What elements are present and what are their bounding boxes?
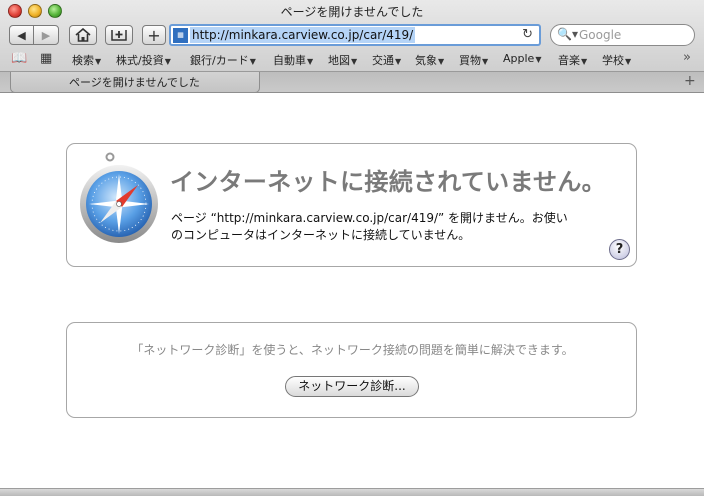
home-icon (75, 28, 91, 42)
add-bookmark-icon (111, 30, 127, 41)
bookmark-folder[interactable]: Apple▼ (503, 52, 541, 65)
bookmark-folder[interactable]: 地図▼ (328, 52, 357, 68)
diagnostics-panel: 「ネットワーク診断」を使うと、ネットワーク接続の問題を簡単に解決できます。 ネッ… (66, 322, 637, 418)
bookmark-folder[interactable]: 音楽▼ (558, 52, 587, 68)
page-content: インターネットに接続されていません。 ページ “http://minkara.c… (0, 93, 704, 488)
home-button[interactable] (69, 25, 97, 45)
back-button[interactable]: ◀ (9, 25, 34, 45)
address-text[interactable]: http://minkara.carview.co.jp/car/419/ (190, 27, 416, 43)
tab-label: ページを開けませんでした (69, 76, 200, 89)
diagnostics-hint: 「ネットワーク診断」を使うと、ネットワーク接続の問題を簡単に解決できます。 (131, 343, 574, 357)
book-icon[interactable]: 📖 (11, 51, 27, 66)
bookmark-folder[interactable]: 株式/投資▼ (116, 52, 171, 68)
bookmark-folder[interactable]: 銀行/カード▼ (190, 52, 256, 68)
status-bar (0, 488, 704, 496)
browser-window: ページを開けませんでした ◀ ▶ + ▦ http://minkara.carv… (0, 0, 704, 496)
safari-compass-icon (80, 152, 158, 243)
new-tab-button[interactable]: + (142, 25, 166, 45)
address-field[interactable]: ▦ http://minkara.carview.co.jp/car/419/ … (169, 24, 541, 46)
error-panel: インターネットに接続されていません。 ページ “http://minkara.c… (66, 143, 637, 267)
bookmark-folder[interactable]: 検索▼ (72, 52, 101, 68)
more-bookmarks-icon[interactable]: » (683, 50, 691, 65)
forward-button[interactable]: ▶ (33, 25, 59, 45)
window-title: ページを開けませんでした (280, 5, 424, 19)
error-description: ページ “http://minkara.carview.co.jp/car/41… (171, 210, 611, 244)
bookmark-folder[interactable]: 買物▼ (459, 52, 488, 68)
error-description-line: のコンピュータはインターネットに接続していません。 (171, 228, 471, 242)
search-field[interactable]: 🔍▾ Google (550, 24, 695, 46)
bookmark-folder[interactable]: 交通▼ (372, 52, 401, 68)
bookmark-folder[interactable]: 自動車▼ (273, 52, 313, 68)
search-placeholder: Google (579, 28, 622, 42)
bookmark-folder[interactable]: 気象▼ (415, 52, 444, 68)
search-icon[interactable]: 🔍▾ (557, 27, 578, 41)
site-favicon: ▦ (173, 28, 188, 43)
bookmarks-bar: 📖 ▦ 検索▼ 株式/投資▼ 銀行/カード▼ 自動車▼ 地図▼ 交通▼ 気象▼ … (0, 49, 704, 69)
help-button[interactable]: ? (609, 239, 630, 260)
reload-icon[interactable]: ↻ (522, 26, 533, 44)
error-headline: インターネットに接続されていません。 (170, 168, 606, 196)
tab-current[interactable]: ページを開けませんでした (10, 72, 260, 93)
bookmark-folder[interactable]: 学校▼ (602, 52, 631, 68)
error-description-line: ページ “http://minkara.carview.co.jp/car/41… (171, 211, 568, 225)
add-bookmark-button[interactable] (105, 25, 133, 45)
grid-icon[interactable]: ▦ (40, 51, 52, 66)
add-tab-icon[interactable]: + (684, 73, 696, 89)
toolbar: ページを開けませんでした ◀ ▶ + ▦ http://minkara.carv… (0, 0, 704, 72)
network-diagnostics-button[interactable]: ネットワーク診断... (285, 376, 419, 397)
tab-bar: ページを開けませんでした + (0, 72, 704, 93)
